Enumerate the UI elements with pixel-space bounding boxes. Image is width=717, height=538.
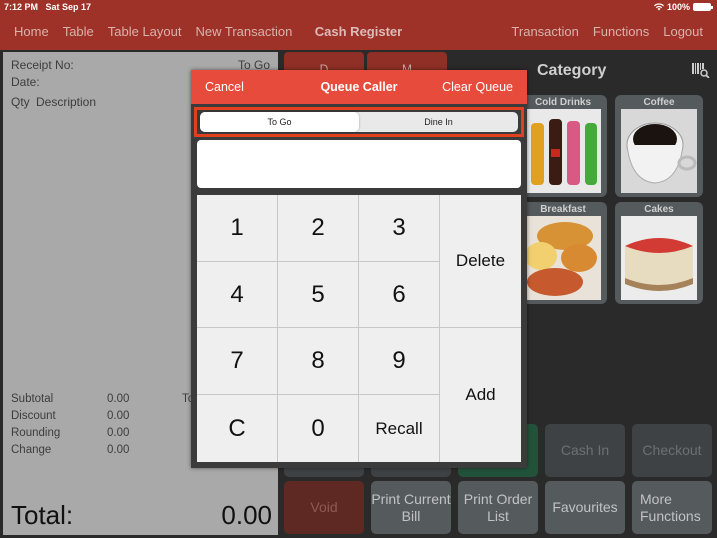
key-8[interactable]: 8 [278,328,359,395]
key-2[interactable]: 2 [278,195,359,262]
delete-key[interactable]: Delete [440,195,521,328]
coffee-image [621,109,697,193]
nav-bar: Home Table Table Layout New Transaction … [0,14,717,50]
void-button[interactable]: Void [284,481,364,534]
nav-table-layout[interactable]: Table Layout [108,24,182,39]
favourites-button[interactable]: Favourites [545,481,625,534]
cold-drinks-image [525,109,601,193]
queue-caller-modal: Cancel Queue Caller Clear Queue To Go Di… [191,70,527,468]
nav-transaction[interactable]: Transaction [511,24,578,39]
rounding-value: 0.00 [107,427,130,439]
cancel-button[interactable]: Cancel [205,80,244,94]
change-value: 0.00 [107,444,130,456]
category-coffee[interactable]: Coffee [615,95,703,197]
change-label: Change [11,444,52,456]
add-key[interactable]: Add [440,328,521,462]
order-type-selector-highlight: To Go Dine In [194,107,524,137]
total-label: Total: [11,500,74,530]
nav-logout[interactable]: Logout [663,24,703,39]
barcode-search-icon[interactable] [692,62,710,78]
clear-queue-button[interactable]: Clear Queue [442,80,513,94]
total-value: 0.00 [221,500,272,530]
subtotal-label: Subtotal [11,393,54,405]
nav-table[interactable]: Table [63,24,94,39]
order-type-segmented-control: To Go Dine In [200,112,518,132]
print-order-list-button[interactable]: Print Order List [458,481,538,534]
key-3[interactable]: 3 [359,195,440,262]
key-7[interactable]: 7 [197,328,278,395]
date-label: Date: [11,75,40,89]
page-title: Cash Register [314,24,403,39]
category-breakfast[interactable]: Breakfast [519,202,607,304]
queue-number-display[interactable] [197,140,521,188]
breakfast-image [525,216,601,300]
key-4[interactable]: 4 [197,262,278,328]
qty-header: Qty [11,95,30,109]
subtotal-value: 0.00 [107,393,130,405]
category-title: Category [537,62,607,79]
cash-in-button[interactable]: Cash In [545,424,625,477]
key-1[interactable]: 1 [197,195,278,262]
wifi-icon [653,3,664,11]
category-cold-drinks[interactable]: Cold Drinks [519,95,607,197]
checkout-button[interactable]: Checkout [632,424,712,477]
key-6[interactable]: 6 [359,262,440,328]
segment-to-go[interactable]: To Go [200,112,359,132]
key-clear[interactable]: C [197,395,278,462]
recall-key[interactable]: Recall [359,395,440,462]
more-functions-button[interactable]: More Functions [632,481,712,534]
status-time: 7:12 PM Sat Sep 17 [4,2,92,12]
category-cakes[interactable]: Cakes [615,202,703,304]
nav-functions[interactable]: Functions [593,24,649,39]
discount-value: 0.00 [107,410,130,422]
nav-home[interactable]: Home [14,24,49,39]
receipt-no-label: Receipt No: [11,58,74,72]
key-0[interactable]: 0 [278,395,359,462]
battery-percent: 100% [666,2,690,12]
battery-icon [693,3,713,11]
segment-dine-in[interactable]: Dine In [359,112,518,132]
modal-header: Cancel Queue Caller Clear Queue [191,70,527,104]
keypad: 1 2 3 Delete 4 5 6 7 8 9 Add C 0 Recall [197,195,521,462]
rounding-label: Rounding [11,427,61,439]
status-bar: 7:12 PM Sat Sep 17 100% [0,0,717,14]
print-current-bill-button[interactable]: Print Current Bill [371,481,451,534]
description-header: Description [36,95,97,109]
discount-label: Discount [11,410,56,422]
status-date: Sat Sep 17 [45,2,92,12]
nav-new-transaction[interactable]: New Transaction [196,24,293,39]
key-5[interactable]: 5 [278,262,359,328]
key-9[interactable]: 9 [359,328,440,395]
cakes-image [621,216,697,300]
